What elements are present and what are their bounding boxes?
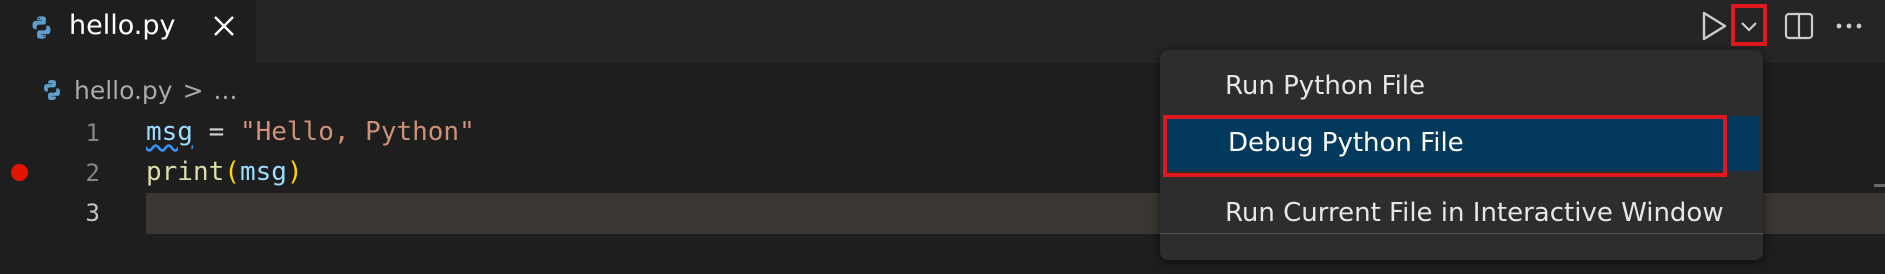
code-token: =	[192, 117, 240, 147]
menu-highlight-box	[1163, 115, 1727, 177]
breadcrumb-separator: >	[182, 75, 204, 105]
code-token: "Hello, Python"	[239, 117, 475, 147]
code-line-1[interactable]: msg = "Hello, Python"	[146, 112, 475, 153]
menu-item-run-python-file[interactable]: Run Python File	[1160, 59, 1763, 114]
code-token: msg	[239, 157, 287, 187]
breadcrumb: hello.py > ...	[40, 73, 237, 107]
ellipsis-icon	[1836, 23, 1862, 29]
code-token: msg	[146, 117, 193, 147]
code-token: (	[224, 157, 240, 187]
tab-title: hello.py	[69, 10, 176, 41]
python-file-icon	[44, 80, 60, 100]
line-number: 1	[85, 119, 100, 147]
line-number-current: 3	[85, 199, 100, 227]
split-editor-icon	[1784, 12, 1814, 40]
close-icon	[214, 16, 234, 36]
close-tab-button[interactable]	[208, 10, 240, 42]
scrollbar-marker[interactable]	[1874, 184, 1885, 187]
tab-hello-py[interactable]: hello.py	[0, 0, 256, 63]
menu-item-run-interactive[interactable]: Run Current File in Interactive Window	[1160, 186, 1763, 241]
run-button[interactable]	[1697, 9, 1731, 43]
breadcrumb-file[interactable]: hello.py	[74, 76, 173, 105]
code-token: )	[286, 157, 303, 187]
line-number: 2	[85, 159, 100, 187]
code-line-2[interactable]: print(msg)	[146, 152, 303, 193]
breadcrumb-trail[interactable]: ...	[214, 76, 238, 105]
python-file-icon	[32, 16, 51, 39]
code-token: print	[146, 157, 225, 187]
dropdown-highlight-box	[1731, 4, 1767, 46]
play-icon	[1702, 11, 1727, 41]
split-editor-button[interactable]	[1782, 9, 1816, 43]
more-actions-button[interactable]	[1832, 9, 1866, 43]
